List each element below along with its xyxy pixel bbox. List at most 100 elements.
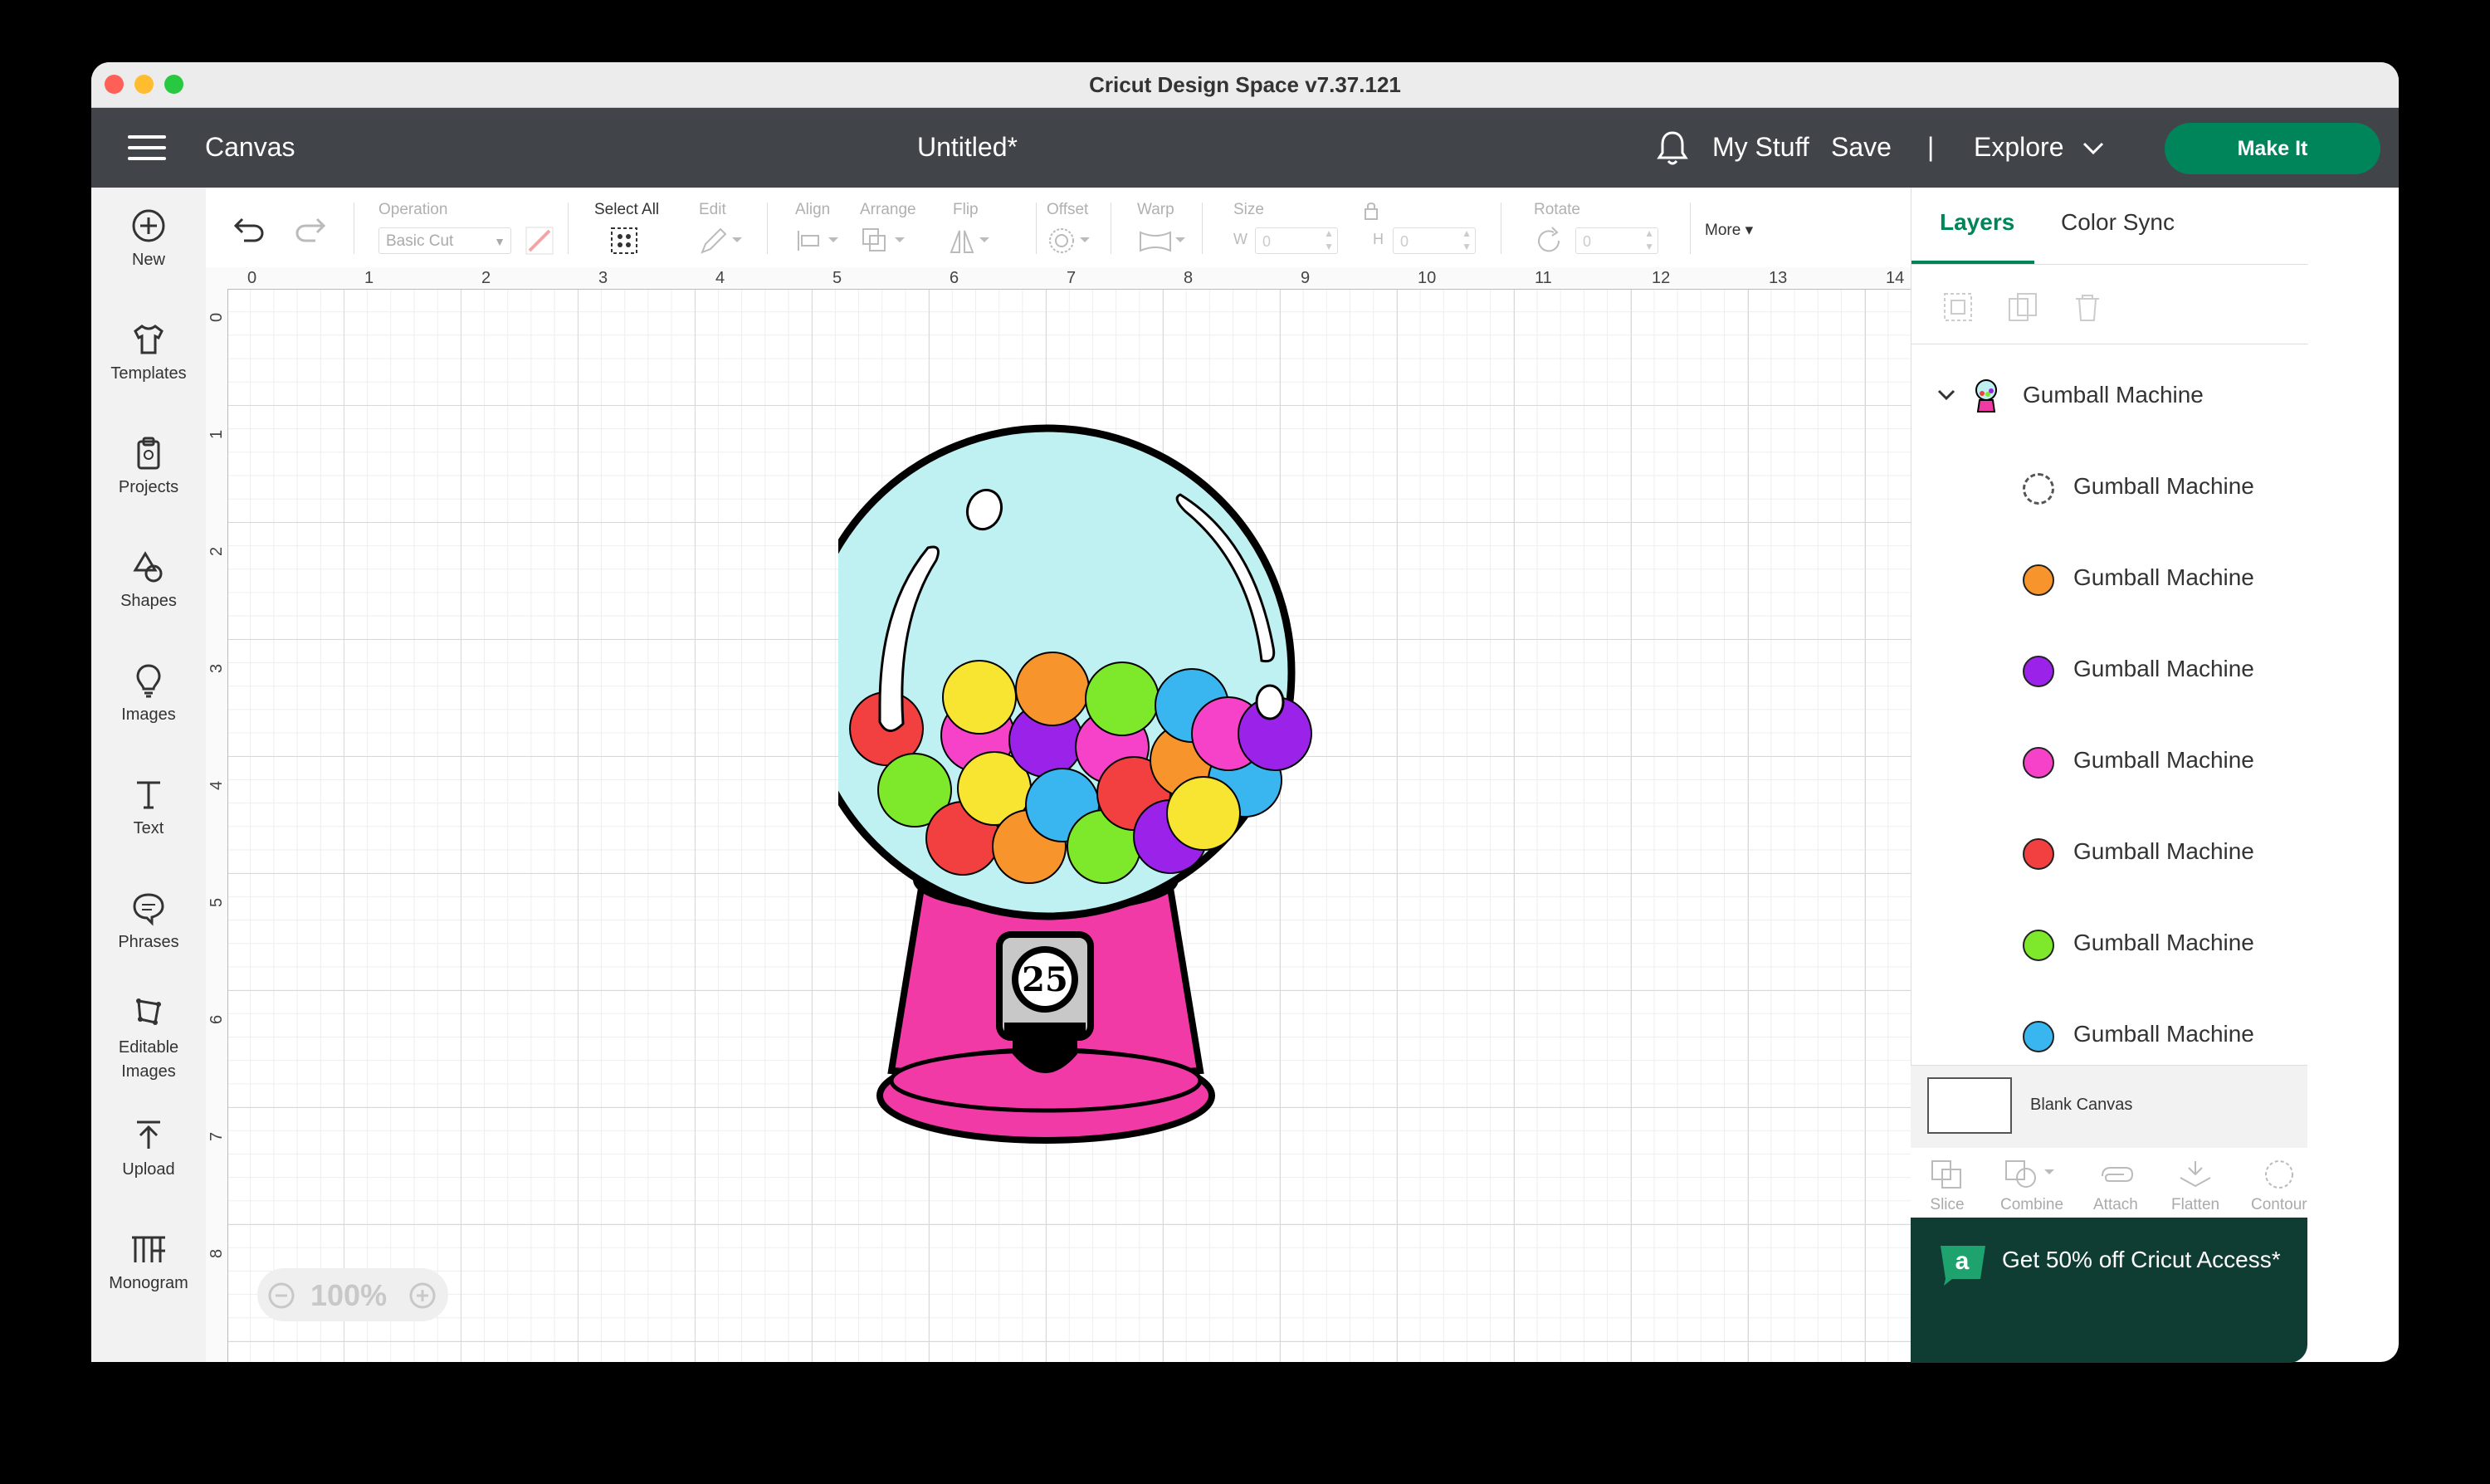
tab-layers[interactable]: Layers	[1940, 209, 2014, 236]
left-sidebar: New Templates Projects Shapes Images Tex…	[91, 188, 207, 1362]
layer-name: Gumball Machine	[2073, 656, 2254, 681]
vertical-ruler: 0 1 2 3 4 5 6 7 8	[206, 289, 228, 1362]
stepper-icon[interactable]: ▲ ▼	[1324, 227, 1334, 253]
width-input[interactable]: 0 ▲ ▼	[1255, 227, 1338, 254]
edit-pencil-icon[interactable]	[699, 226, 745, 256]
contour-button[interactable]: Contour	[2251, 1158, 2307, 1214]
slice-icon	[1931, 1160, 1961, 1189]
align-icon[interactable]	[795, 227, 842, 254]
rotate-input[interactable]: 0 ▲ ▼	[1575, 227, 1658, 254]
sidebar-item-upload[interactable]: Upload	[91, 1117, 206, 1179]
layer-color-swatch[interactable]	[2023, 564, 2054, 596]
layer-color-swatch[interactable]	[2023, 930, 2054, 961]
stepper-icon[interactable]: ▲ ▼	[1462, 227, 1472, 253]
outline-layer-icon[interactable]	[2023, 473, 2054, 505]
attach-button[interactable]: Attach	[2093, 1158, 2138, 1214]
sidebar-item-editable-images[interactable]: Editable Images	[91, 993, 206, 1084]
ruler-tick-label: 7	[1067, 269, 1077, 287]
canvas-color-swatch[interactable]	[1927, 1077, 2012, 1134]
hamburger-menu-icon[interactable]	[128, 135, 166, 160]
bell-icon[interactable]	[1656, 129, 1689, 166]
layer-row[interactable]: Gumball Machine	[1911, 461, 2307, 511]
bulb-icon	[136, 664, 161, 698]
layer-color-swatch[interactable]	[2023, 656, 2054, 687]
chevron-down-icon[interactable]	[2082, 141, 2105, 156]
toolbar-separator	[568, 203, 569, 254]
undo-icon[interactable]	[232, 216, 266, 242]
flatten-label: Flatten	[2171, 1196, 2220, 1213]
layer-row[interactable]: Gumball Machine	[1911, 553, 2307, 603]
size-label: Size	[1233, 201, 1264, 218]
sidebar-item-text[interactable]: Text	[91, 776, 206, 838]
tab-color-sync[interactable]: Color Sync	[2061, 209, 2175, 236]
sidebar-item-shapes[interactable]: Shapes	[91, 549, 206, 611]
arrange-icon[interactable]	[860, 226, 910, 256]
lock-icon[interactable]	[1363, 201, 1379, 221]
layer-color-swatch[interactable]	[2023, 747, 2054, 779]
ruler-tick-label: 1	[364, 269, 374, 287]
layer-tools-bar: Slice Combine Attach Flatten Contour	[1911, 1148, 2307, 1218]
layer-group-row[interactable]: Gumball Machine	[1911, 370, 2308, 420]
more-menu[interactable]: More ▾	[1705, 221, 1753, 240]
duplicate-icon[interactable]	[2006, 290, 2039, 324]
height-input[interactable]: 0 ▲ ▼	[1393, 227, 1476, 254]
clipboard-icon	[137, 437, 160, 470]
rotate-icon[interactable]	[1534, 226, 1564, 256]
zoom-out-icon[interactable]	[267, 1281, 295, 1310]
ruler-tick-label: 6	[208, 1014, 226, 1024]
sidebar-item-images[interactable]: Images	[91, 662, 206, 725]
layer-color-swatch[interactable]	[2023, 838, 2054, 870]
select-all-icon[interactable]	[609, 226, 639, 256]
layer-row[interactable]: Gumball Machine	[1911, 735, 2307, 785]
sidebar-item-monogram[interactable]: Monogram	[91, 1231, 206, 1293]
ruler-tick-label: 0	[247, 269, 257, 287]
combine-button[interactable]: Combine	[2000, 1158, 2063, 1214]
make-it-button[interactable]: Make It	[2165, 123, 2380, 174]
ruler-tick-label: 5	[832, 269, 842, 287]
sidebar-item-new[interactable]: New	[91, 207, 206, 270]
cricut-access-promo[interactable]: a Get 50% off Cricut Access*	[1911, 1218, 2307, 1363]
group-icon[interactable]	[1941, 290, 1975, 324]
explore-menu[interactable]: Explore	[1974, 132, 2064, 163]
layer-row[interactable]: Gumball Machine	[1911, 644, 2307, 694]
ruler-tick-label: 6	[950, 269, 959, 287]
gumball-machine-artwork[interactable]: 25	[838, 415, 1370, 1162]
operation-select[interactable]: Basic Cut ▼	[378, 227, 511, 254]
sidebar-label: Monogram	[109, 1274, 188, 1292]
ruler-tick-label: 12	[1652, 269, 1671, 287]
layer-row[interactable]: Gumball Machine	[1911, 918, 2307, 968]
warp-icon[interactable]	[1137, 226, 1192, 256]
toolbar-separator	[1690, 203, 1691, 254]
align-label: Align	[795, 201, 831, 218]
document-title[interactable]: Untitled*	[917, 132, 1018, 163]
sidebar-item-phrases[interactable]: Phrases	[91, 890, 206, 952]
svg-text:a: a	[1955, 1247, 1970, 1275]
blank-canvas-row[interactable]: Blank Canvas	[1911, 1065, 2307, 1149]
delete-icon[interactable]	[2071, 290, 2104, 324]
zoom-in-icon[interactable]	[408, 1281, 437, 1310]
height-label: H	[1373, 231, 1384, 247]
flip-icon[interactable]	[946, 226, 996, 256]
width-value: 0	[1262, 233, 1272, 250]
ruler-tick-label: 2	[481, 269, 491, 287]
zoom-control: 100%	[257, 1268, 448, 1321]
save-button[interactable]: Save	[1831, 132, 1892, 163]
offset-icon[interactable]	[1047, 226, 1096, 256]
redo-icon[interactable]	[294, 216, 327, 242]
layer-color-swatch[interactable]	[2023, 1021, 2054, 1052]
sidebar-label: Text	[133, 819, 164, 837]
ruler-tick-label: 2	[208, 546, 226, 556]
flatten-button[interactable]: Flatten	[2171, 1158, 2219, 1214]
slice-button[interactable]: Slice	[1929, 1158, 1965, 1214]
sidebar-item-projects[interactable]: Projects	[91, 435, 206, 497]
ruler-tick-label: 10	[1418, 269, 1437, 287]
text-icon	[137, 781, 160, 809]
layer-row[interactable]: Gumball Machine	[1911, 827, 2307, 876]
chevron-down-icon[interactable]	[1936, 388, 1956, 402]
my-stuff-link[interactable]: My Stuff	[1712, 132, 1809, 163]
stepper-icon[interactable]: ▲ ▼	[1644, 227, 1654, 253]
linetype-color-icon[interactable]	[525, 226, 554, 256]
sidebar-item-templates[interactable]: Templates	[91, 321, 206, 383]
layers-list: Gumball Machine Gumball Machine Gumball Ma…	[1911, 461, 2307, 1064]
layer-row[interactable]: Gumball Machine	[1911, 1009, 2307, 1059]
